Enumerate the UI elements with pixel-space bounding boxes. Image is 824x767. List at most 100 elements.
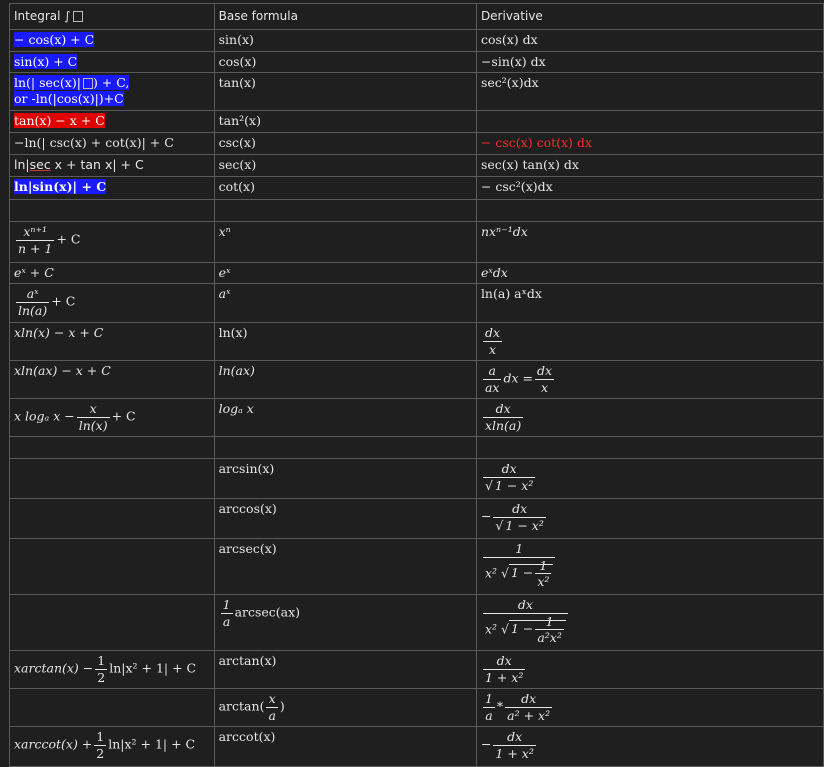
fraction: dx x² √ 1 −1 a²x² xyxy=(482,597,568,646)
numerator: 1 xyxy=(484,691,493,706)
numerator: dx xyxy=(536,363,553,378)
row-tan: ln(| sec(x)|) + C, or -ln(|cos(x)|)+C ta… xyxy=(9,72,824,111)
integral-line-1a: ln(| sec(x)| xyxy=(14,75,81,90)
integral-under: |sec xyxy=(25,157,51,172)
cell-derivative: sec(x) tan(x) dx xyxy=(475,154,824,177)
cell-derivative: − dx √ 1 − x² xyxy=(475,498,824,539)
denominator: 1 + x² xyxy=(493,744,536,761)
cell-base: arccot(x) xyxy=(213,726,477,767)
header-integral: Integral ∫ xyxy=(9,3,215,30)
minus-sign: − xyxy=(480,736,492,752)
cell-base: logₐ x xyxy=(213,398,477,437)
cell-base: xⁿ xyxy=(213,221,477,263)
fraction: dx 1 + x² xyxy=(482,653,526,685)
denominator: 2 xyxy=(94,744,107,761)
header-base-formula: Base formula xyxy=(213,3,477,30)
numerator: dx xyxy=(521,691,537,706)
cell-base: ln(x) xyxy=(213,322,477,361)
cell-integral: ln|sin(x)| + C xyxy=(9,176,215,200)
cell-derivative: dx √ 1 − x² xyxy=(475,458,824,499)
cell-integral: xⁿ⁺¹ n + 1 + C xyxy=(9,221,215,263)
spacer-row xyxy=(9,436,824,459)
minus-sign: − xyxy=(480,508,492,524)
cell-integral: − cos(x) + C xyxy=(9,29,215,52)
cell-integral: aˣ ln(a) + C xyxy=(9,283,215,323)
spacer-row xyxy=(9,199,824,222)
fraction: dx 1 + x² xyxy=(493,729,536,761)
empty-cell xyxy=(9,538,215,595)
sqrt-symbol: √ xyxy=(484,477,493,493)
cell-derivative: dx x² √ 1 −1 a²x² xyxy=(475,594,824,651)
fraction: xⁿ⁺¹ n + 1 xyxy=(16,224,55,256)
integral-line-2: or -ln(|cos(x)|)+C xyxy=(14,90,124,106)
radicand: 1 −1 x² xyxy=(508,558,554,589)
empty-cell xyxy=(475,436,824,459)
row-arcsin: arcsin(x) dx √ 1 − x² xyxy=(9,458,824,499)
sqrt-symbol: x² √ xyxy=(484,565,509,581)
row-cot: ln|sin(x)| + C cot(x) − csc²(x)dx xyxy=(9,176,824,200)
numerator: 1 xyxy=(96,729,105,744)
integral-pre: xarctan(x) − xyxy=(14,660,94,676)
row-arctan-x-over-a: arctan(x a) 1 a * dx a² + x² xyxy=(9,688,824,727)
base-pre: arctan( xyxy=(218,698,265,714)
denominator: ln(x) xyxy=(76,416,110,433)
numerator: 1 xyxy=(545,613,554,629)
cell-integral: eˣ + C xyxy=(9,262,215,284)
cell-derivative: cos(x) dx xyxy=(475,29,824,52)
fraction: xa xyxy=(266,691,278,723)
header-derivative: Derivative xyxy=(475,3,824,30)
fraction: dx √ 1 − x² xyxy=(482,461,536,493)
cell-integral: tan(x) − x + C xyxy=(9,110,215,133)
cell-integral: xln(ax) − x + C xyxy=(9,360,215,399)
cell-base: ln(ax) xyxy=(213,360,477,399)
cell-base: tan²(x) xyxy=(213,110,477,133)
cell-derivative: − csc(x) cot(x) dx xyxy=(475,132,824,155)
header-integral-label: Integral ∫ xyxy=(14,9,71,23)
base-tail: arcsec(ax) xyxy=(234,604,301,620)
fraction: 1 x² √ 1 −1 x² xyxy=(482,541,556,590)
integral-tail: + C xyxy=(51,293,76,309)
numerator: 1 xyxy=(222,597,231,612)
row-sec: ln|sec x + tan x| + C sec(x) sec(x) tan(… xyxy=(9,154,824,177)
empty-cell xyxy=(475,199,824,222)
integral-post: x + tan x| + C xyxy=(50,157,144,172)
row-arcsec: arcsec(x) 1 x² √ 1 −1 x² xyxy=(9,538,824,595)
row-csc: −ln(| csc(x) + cot(x)| + C csc(x) − csc(… xyxy=(9,132,824,155)
integral-line-1: ln(| sec(x)| ) + C, xyxy=(14,75,130,90)
cell-derivative: − csc²(x)dx xyxy=(475,176,824,200)
cell-derivative: ln(a) aˣdx xyxy=(475,283,824,323)
cell-derivative: − dx 1 + x² xyxy=(475,726,824,767)
integral-pre: ln xyxy=(14,157,26,172)
numerator: dx xyxy=(501,461,517,476)
denominator: x xyxy=(482,340,502,358)
cell-integral: −ln(| csc(x) + cot(x)| + C xyxy=(9,132,215,155)
inner-fraction: 1 x² xyxy=(535,558,552,590)
cell-derivative: dx xln(a) xyxy=(475,398,824,437)
derivative-mid: dx = xyxy=(503,370,533,386)
radicand: 1 − x² xyxy=(503,516,544,533)
row-arctan: xarctan(x) −1 2 ln|x² + 1| + C arctan(x) d… xyxy=(9,650,824,689)
integral-line-1b: ) + C, xyxy=(92,75,130,90)
multiply-sign: * xyxy=(496,698,504,714)
denominator: a xyxy=(482,706,495,724)
row-power: xⁿ⁺¹ n + 1 + C xⁿ nxⁿ⁻¹dx xyxy=(9,221,824,263)
cell-derivative: sec²(x)dx xyxy=(475,72,824,111)
cell-derivative xyxy=(475,110,824,133)
fraction: dx x xyxy=(534,363,555,395)
numerator: x xyxy=(268,691,276,706)
row-ln-ax: xln(ax) − x + C ln(ax) a ax dx = dx x xyxy=(9,360,824,399)
radicand: 1 −1 a²x² xyxy=(508,614,566,645)
cell-derivative: nxⁿ⁻¹dx xyxy=(475,221,824,263)
cell-base: sin(x) xyxy=(213,29,477,52)
row-sin: − cos(x) + C sin(x) cos(x) dx xyxy=(9,29,824,52)
cell-base: arctan(x a) xyxy=(213,688,477,727)
empty-cell xyxy=(9,436,215,459)
empty-cell xyxy=(213,199,477,222)
empty-cell xyxy=(9,458,215,499)
cell-integral: xarccot(x) +1 2 ln|x² + 1| + C xyxy=(9,726,215,767)
fraction: a ax xyxy=(482,363,502,395)
row-log: x logₐ x − x ln(x) + C logₐ x dx xln(a) xyxy=(9,398,824,437)
cell-derivative: −sin(x) dx xyxy=(475,51,824,73)
empty-cell xyxy=(9,688,215,727)
numerator: dx xyxy=(517,597,533,612)
